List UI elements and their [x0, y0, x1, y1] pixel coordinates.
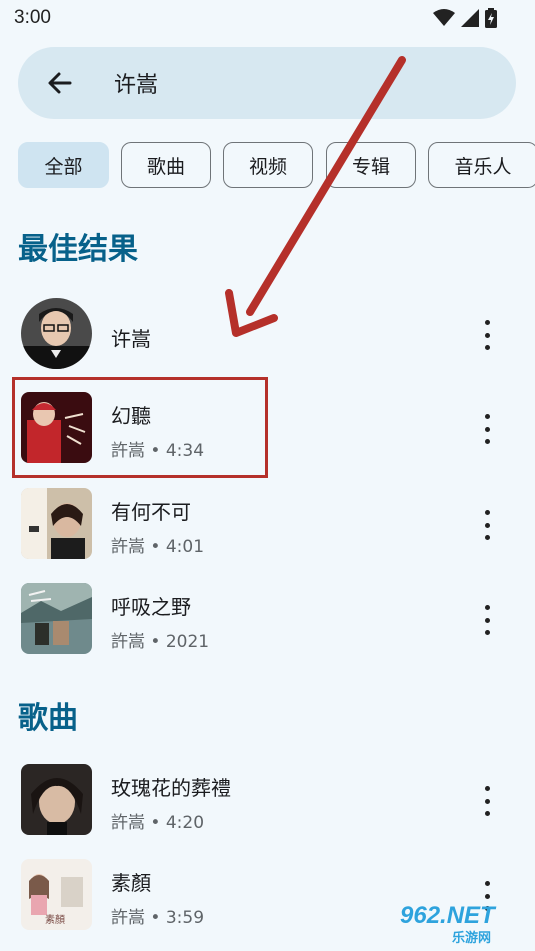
- song-title: 玫瑰花的葬禮: [111, 776, 231, 800]
- signal-icon: [461, 9, 479, 27]
- more-options-icon[interactable]: [478, 605, 496, 635]
- result-subtitle: 許嵩 • 2021: [111, 632, 210, 652]
- artist-avatar: [21, 298, 92, 369]
- song-row[interactable]: 玫瑰花的葬禮 許嵩 • 4:20: [0, 754, 535, 846]
- battery-icon: [485, 8, 497, 28]
- svg-text:素顏: 素顏: [45, 913, 65, 926]
- more-options-icon[interactable]: [478, 510, 496, 540]
- album-art: [21, 583, 92, 654]
- watermark-domain: 962.NET: [400, 902, 495, 929]
- watermark-site-name: 乐游网: [452, 931, 492, 946]
- watermark: 962.NET 乐游网: [396, 898, 530, 946]
- album-art: 素顏: [21, 859, 92, 930]
- filter-chips: 全部 歌曲 视频 专辑 音乐人: [18, 142, 535, 190]
- result-title: 许嵩: [111, 327, 151, 351]
- album-art: [21, 764, 92, 835]
- chip-artists[interactable]: 音乐人: [428, 142, 535, 188]
- more-options-icon[interactable]: [478, 414, 496, 444]
- chip-albums[interactable]: 专辑: [326, 142, 416, 188]
- annotation-highlight-box: [12, 377, 268, 478]
- result-title: 有何不可: [111, 500, 191, 524]
- result-row-artist[interactable]: 许嵩: [0, 288, 535, 380]
- more-options-icon[interactable]: [478, 786, 496, 816]
- result-title: 呼吸之野: [111, 595, 191, 619]
- album-art: [21, 488, 92, 559]
- result-row-song[interactable]: 有何不可 許嵩 • 4:01: [0, 478, 535, 570]
- section-title-songs: 歌曲: [18, 701, 78, 736]
- song-subtitle: 許嵩 • 3:59: [111, 908, 205, 928]
- search-input[interactable]: 许嵩: [114, 67, 158, 99]
- status-icons: [433, 8, 497, 28]
- more-options-icon[interactable]: [478, 320, 496, 350]
- status-time: 3:00: [14, 7, 51, 28]
- result-row-album[interactable]: 呼吸之野 許嵩 • 2021: [0, 573, 535, 665]
- section-title-best-results: 最佳结果: [18, 232, 138, 267]
- chip-videos[interactable]: 视频: [223, 142, 313, 188]
- back-arrow-icon[interactable]: [46, 69, 74, 97]
- result-subtitle: 許嵩 • 4:01: [111, 537, 205, 557]
- search-bar[interactable]: 许嵩: [18, 47, 516, 119]
- song-subtitle: 許嵩 • 4:20: [111, 813, 205, 833]
- chip-all[interactable]: 全部: [18, 142, 109, 188]
- chip-songs[interactable]: 歌曲: [121, 142, 211, 188]
- wifi-icon: [433, 9, 455, 26]
- status-bar: 3:00: [0, 0, 535, 36]
- song-title: 素顏: [111, 871, 151, 895]
